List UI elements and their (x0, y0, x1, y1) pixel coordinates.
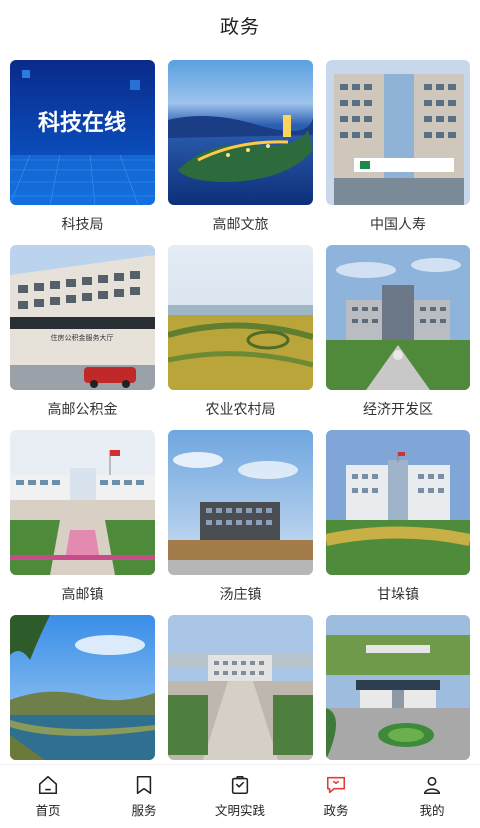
tile-label: 经济开发区 (363, 402, 433, 418)
tile-label: 农业农村局 (205, 402, 276, 418)
tile-tangzhuang[interactable]: 汤庄镇 (168, 430, 313, 615)
tile-renshou[interactable]: 中国人寿 (326, 60, 470, 245)
tile-image-ganduo (326, 430, 470, 575)
tile-label: 高邮公积金 (47, 402, 118, 418)
tab-home[interactable]: 首页 (0, 765, 96, 828)
tile-image-text: 科技在线 (38, 110, 126, 136)
bottom-tab-bar: 首页 服务 文明实践 政务 我的 (0, 764, 480, 828)
tile-image-kaifaqu (326, 245, 470, 390)
tab-label: 服务 (131, 803, 157, 818)
tab-label: 政务 (323, 803, 349, 818)
tile-image-gongjijin: 住房公积金服务大厅 (10, 245, 155, 390)
tile-label: 高邮文旅 (212, 217, 269, 233)
tile-image-gate (326, 615, 470, 760)
tab-label: 文明实践 (214, 803, 265, 818)
bookmark-icon (136, 775, 152, 795)
person-icon (423, 776, 441, 795)
tile-nongye[interactable]: 农业农村局 (168, 245, 313, 430)
app-header: 政务 (0, 0, 480, 50)
tile-image-renshou (326, 60, 470, 205)
tile-gaoyouzhen[interactable]: 高邮镇 (10, 430, 155, 615)
tile-image-plaza (168, 615, 313, 760)
tile-label: 甘垛镇 (377, 587, 419, 603)
tile-label: 高邮镇 (61, 587, 104, 603)
sign-text: 住房公积金服务大厅 (51, 333, 114, 342)
tab-wenming[interactable]: 文明实践 (192, 765, 288, 828)
tile-wenlv[interactable]: 高邮文旅 (168, 60, 313, 245)
tab-label: 首页 (35, 803, 61, 818)
tab-zhengwu[interactable]: 政务 (288, 765, 384, 828)
tab-mine[interactable]: 我的 (384, 765, 480, 828)
tile-keji[interactable]: 科技在线 科技局 (10, 60, 155, 245)
tile-image-wenlv (168, 60, 313, 205)
tile-gongjijin[interactable]: 住房公积金服务大厅 高邮公积金 (10, 245, 155, 430)
department-grid: 科技在线 科技局 高邮文旅 中国人寿 住房公积金服务大厅 高邮公积金 农业农村局… (10, 60, 470, 800)
tab-service[interactable]: 服务 (96, 765, 192, 828)
tab-label: 我的 (419, 803, 445, 818)
clipboard-icon (231, 775, 249, 795)
tile-image-landscape (10, 615, 155, 760)
home-icon (38, 775, 58, 795)
tile-label: 中国人寿 (370, 217, 426, 233)
tile-label: 科技局 (61, 217, 104, 233)
tile-image-nongye (168, 245, 313, 390)
page-title: 政务 (219, 15, 260, 38)
tile-ganduo[interactable]: 甘垛镇 (326, 430, 470, 615)
tile-image-gaoyouzhen (10, 430, 155, 575)
tile-label: 汤庄镇 (219, 587, 262, 603)
tile-kaifaqu[interactable]: 经济开发区 (326, 245, 470, 430)
chat-flag-icon (326, 776, 346, 794)
tile-image-tangzhuang (168, 430, 313, 575)
tile-image-keji: 科技在线 (10, 60, 155, 205)
